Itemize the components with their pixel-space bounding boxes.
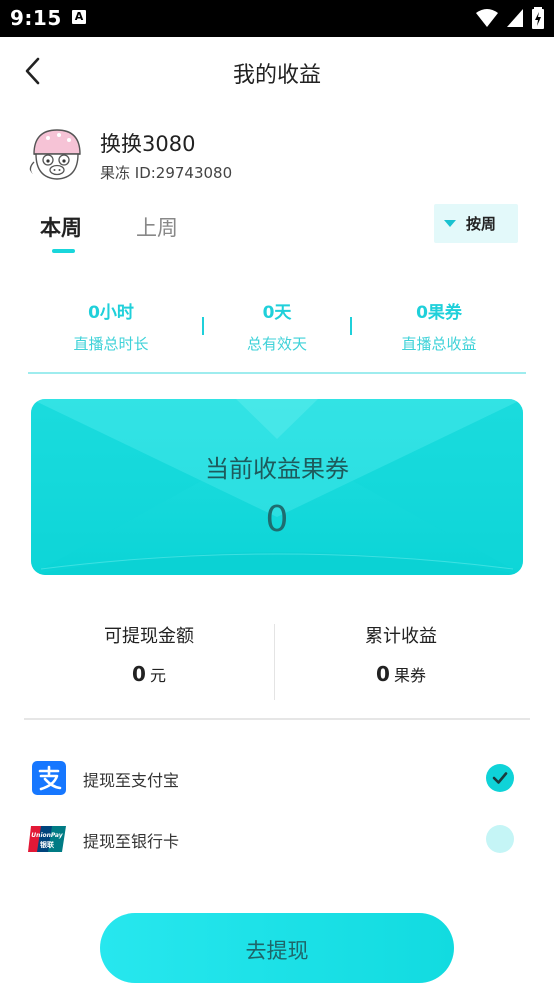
card-title: 当前收益果券 xyxy=(205,455,349,483)
method-radio-unselected[interactable] xyxy=(486,825,514,853)
stat-label: 直播总收益 xyxy=(401,335,477,353)
dropdown-triangle-icon xyxy=(444,220,456,227)
period-dropdown-button[interactable]: 按周 xyxy=(434,204,518,243)
user-id: 果冻 ID:29743080 xyxy=(100,164,233,182)
withdraw-button-label: 去提现 xyxy=(245,939,309,963)
unionpay-icon: UnionPay 银联 xyxy=(28,826,66,852)
withdrawable-unit: 元 xyxy=(149,666,166,685)
method-label: 提现至支付宝 xyxy=(83,771,180,790)
stats-row: 0小时 直播总时长 0天 总有效天 0果券 直播总收益 xyxy=(28,292,526,374)
pig-avatar-icon xyxy=(27,125,87,185)
app-bar: 我的收益 xyxy=(0,37,554,107)
withdrawable-value-row: 0元 xyxy=(24,662,274,686)
battery-charging-icon xyxy=(532,7,544,29)
method-label: 提现至银行卡 xyxy=(83,832,180,851)
cumulative-value: 0 xyxy=(376,662,390,686)
card-value: 0 xyxy=(265,499,289,540)
status-bar: 9:15 A xyxy=(0,0,554,37)
method-radio-selected[interactable] xyxy=(486,764,514,792)
withdrawable-label: 可提现金额 xyxy=(104,626,194,647)
period-tabs: 本周 上周 按周 xyxy=(0,200,554,260)
stat-value: 0天 xyxy=(262,303,292,323)
earnings-card: 当前收益果券 0 xyxy=(31,399,523,575)
method-bank-card[interactable]: UnionPay 银联 提现至银行卡 xyxy=(26,817,526,861)
unionpay-top-text: UnionPay xyxy=(31,832,63,839)
tab-this-week[interactable]: 本周 xyxy=(40,212,82,242)
card-envelope-pattern xyxy=(31,399,523,575)
stat-total-earnings: 0果券 直播总收益 xyxy=(356,298,522,354)
tab-last-week[interactable]: 上周 xyxy=(136,212,178,242)
active-tab-indicator xyxy=(52,249,75,253)
username: 换换3080 xyxy=(100,132,196,156)
stat-total-duration: 0小时 直播总时长 xyxy=(28,298,194,354)
status-icons xyxy=(476,7,544,29)
withdrawable-value: 0 xyxy=(132,662,146,686)
check-icon xyxy=(492,772,508,784)
cumulative-earnings: 累计收益 0 果券 xyxy=(276,622,526,686)
page-title: 我的收益 xyxy=(232,63,321,88)
stat-valid-days: 0天 总有效天 xyxy=(194,298,360,354)
stat-value: 0果券 xyxy=(416,303,462,323)
stat-separator xyxy=(350,317,352,335)
withdrawable-amount: 可提现金额 0元 xyxy=(24,622,274,686)
cumulative-label: 累计收益 xyxy=(365,626,437,647)
signal-icon xyxy=(507,9,523,27)
stat-label: 总有效天 xyxy=(246,335,307,353)
balance-section: 可提现金额 0元 累计收益 0 果券 xyxy=(24,622,530,702)
profile-section: 换换3080 果冻 ID:29743080 xyxy=(26,124,526,188)
period-dropdown-label: 按周 xyxy=(466,215,497,233)
wifi-icon xyxy=(476,9,498,27)
stat-label: 直播总时长 xyxy=(73,335,149,353)
notification-icon: A xyxy=(72,10,86,24)
avatar[interactable] xyxy=(26,124,88,186)
stats-divider xyxy=(28,372,526,374)
method-alipay[interactable]: 提现至支付宝 xyxy=(26,756,526,800)
stat-value: 0小时 xyxy=(88,303,134,323)
section-divider xyxy=(24,718,530,720)
withdraw-button[interactable]: 去提现 xyxy=(100,913,454,983)
status-time: 9:15 xyxy=(10,6,62,30)
cumulative-value-row: 0 果券 xyxy=(276,662,526,686)
unionpay-bottom-text: 银联 xyxy=(40,840,55,849)
alipay-icon xyxy=(32,761,66,795)
balance-separator xyxy=(274,624,275,700)
cumulative-unit: 果券 xyxy=(393,666,426,685)
